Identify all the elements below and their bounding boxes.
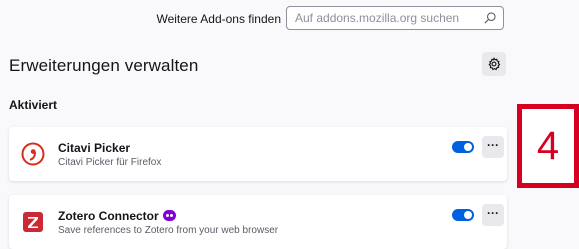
extension-name[interactable]: Citavi Picker xyxy=(58,141,130,155)
extension-enable-toggle[interactable] xyxy=(452,141,474,153)
extension-name[interactable]: Zotero Connector xyxy=(58,209,176,223)
gear-icon xyxy=(488,57,501,71)
extension-name-text: Zotero Connector xyxy=(58,209,159,223)
extension-more-options-button[interactable]: ··· xyxy=(482,136,504,158)
tools-gear-button[interactable] xyxy=(482,52,506,76)
extension-card-citavi[interactable]: Citavi Picker Citavi Picker für Firefox … xyxy=(9,127,507,181)
toggle-knob xyxy=(464,211,472,219)
addons-search-input[interactable] xyxy=(295,10,475,26)
extension-more-options-button[interactable]: ··· xyxy=(482,204,504,226)
step-annotation-number: 4 xyxy=(536,123,560,168)
private-browsing-icon xyxy=(162,210,176,221)
section-heading-enabled: Aktiviert xyxy=(9,98,58,112)
addons-search-field[interactable] xyxy=(286,6,504,30)
page-title: Erweiterungen verwalten xyxy=(9,56,199,75)
step-annotation-box: 4 xyxy=(517,104,579,188)
extension-description: Citavi Picker für Firefox xyxy=(58,157,162,168)
extension-enable-toggle[interactable] xyxy=(452,209,474,221)
addons-header: Weitere Add-ons finden xyxy=(0,6,510,32)
citavi-logo-icon xyxy=(21,142,45,166)
toggle-knob xyxy=(464,143,472,151)
search-icon xyxy=(484,12,496,24)
find-more-addons-label: Weitere Add-ons finden xyxy=(156,12,281,26)
zotero-logo-icon xyxy=(23,212,43,232)
extension-card-zotero[interactable]: Zotero Connector Save references to Zote… xyxy=(9,195,507,249)
extension-description: Save references to Zotero from your web … xyxy=(58,225,279,236)
